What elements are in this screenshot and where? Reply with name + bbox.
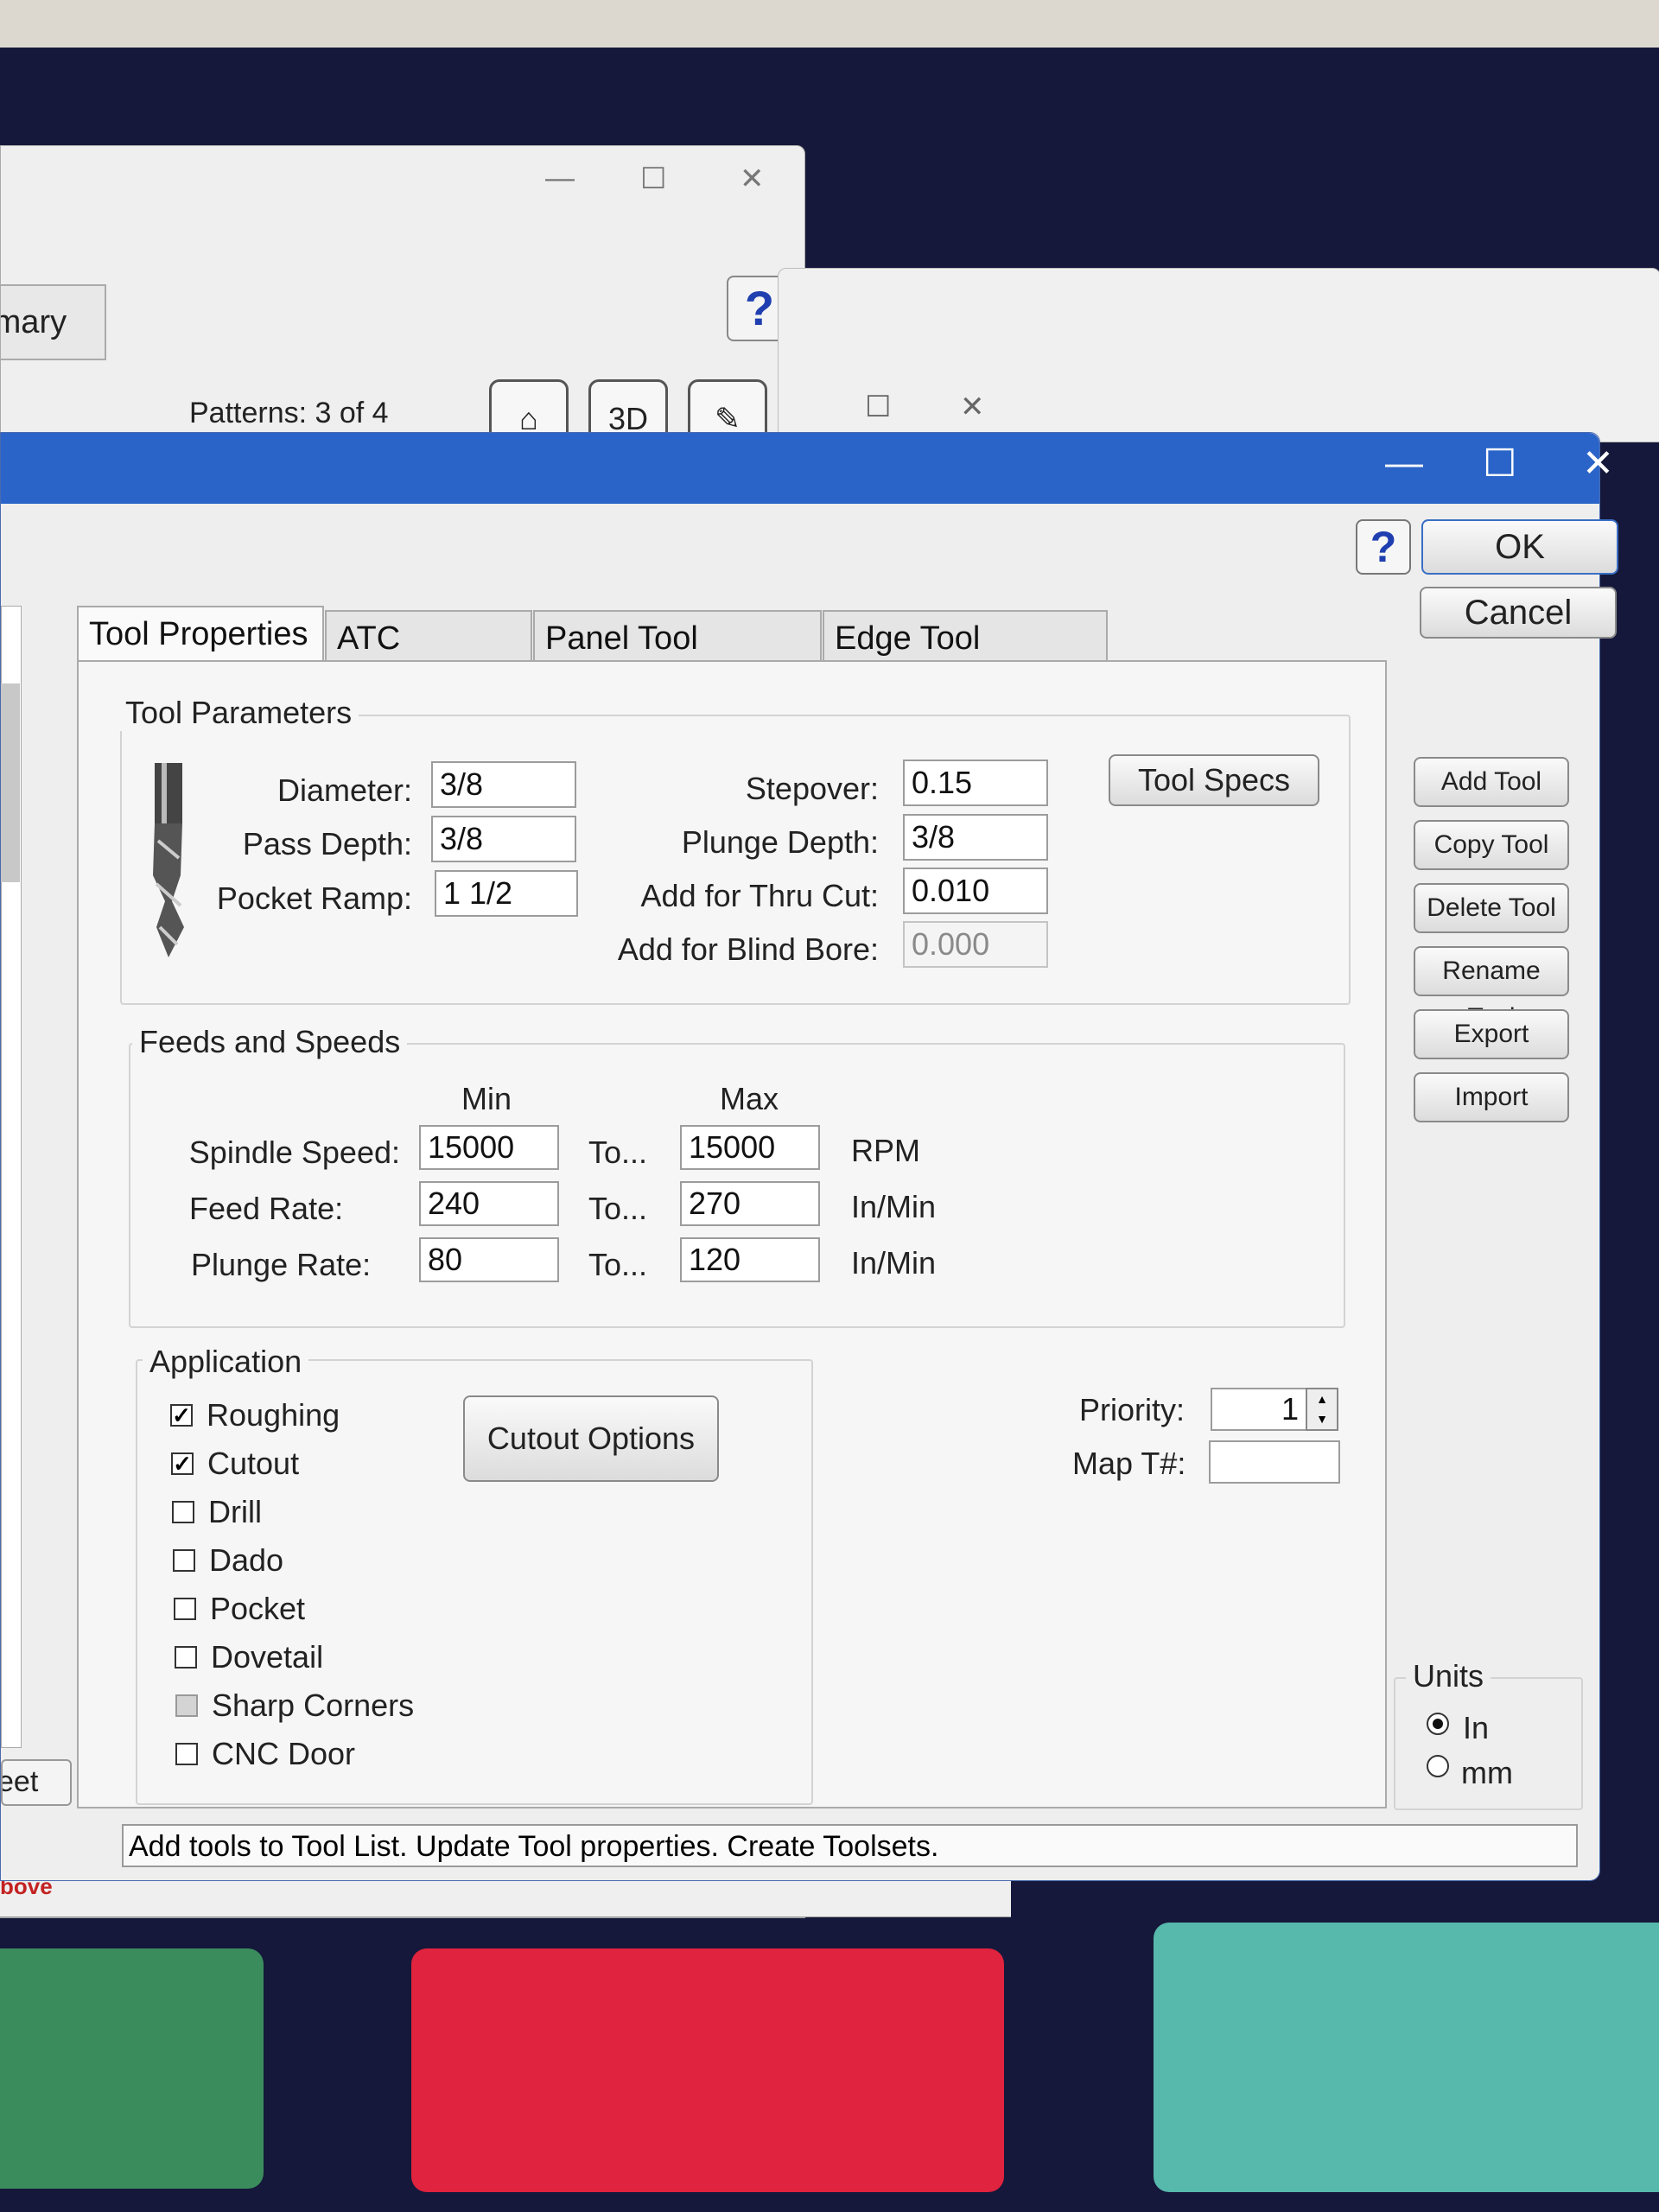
plunge-unit: In/Min bbox=[851, 1245, 937, 1281]
checkbox-cutout[interactable]: ✓ bbox=[171, 1452, 194, 1475]
maximize-icon[interactable]: ☐ bbox=[865, 390, 891, 424]
tab-tool-properties[interactable]: Tool Properties bbox=[77, 606, 324, 664]
map-label: Map T#: bbox=[1072, 1446, 1186, 1481]
checkbox-pocket[interactable] bbox=[174, 1598, 196, 1620]
spindle-max-field[interactable] bbox=[680, 1125, 820, 1170]
feed-max-field[interactable] bbox=[680, 1181, 820, 1226]
copy-tool-button[interactable]: Copy Tool bbox=[1414, 820, 1569, 870]
priority-field[interactable] bbox=[1211, 1388, 1307, 1431]
minimize-icon[interactable]: — bbox=[545, 162, 575, 195]
checkbox-cnc-door[interactable] bbox=[175, 1743, 198, 1765]
spindle-unit: RPM bbox=[851, 1133, 920, 1168]
plunge-min-field[interactable] bbox=[419, 1237, 559, 1282]
checkbox-label-sharp-corners: Sharp Corners bbox=[212, 1688, 415, 1723]
units-mm-label: mm bbox=[1461, 1755, 1513, 1790]
spin-down-icon[interactable]: ▼ bbox=[1307, 1409, 1337, 1429]
tool-list-selection[interactable] bbox=[1, 683, 20, 882]
plunge-to-label: To... bbox=[588, 1247, 648, 1282]
application-title: Application bbox=[143, 1344, 309, 1380]
export-button[interactable]: Export bbox=[1414, 1009, 1569, 1059]
diameter-label: Diameter: bbox=[276, 772, 412, 808]
thru-cut-field[interactable] bbox=[903, 868, 1048, 914]
tab-summary[interactable]: mmary bbox=[1, 284, 106, 360]
feed-min-field[interactable] bbox=[419, 1181, 559, 1226]
desktop-tile-red[interactable] bbox=[411, 1948, 1004, 2192]
cutout-options-button[interactable]: Cutout Options bbox=[463, 1395, 719, 1482]
maximize-icon[interactable]: ☐ bbox=[1483, 442, 1516, 486]
stepover-label: Stepover: bbox=[745, 771, 879, 806]
checkbox-dado[interactable] bbox=[173, 1549, 195, 1572]
tool-specs-button[interactable]: Tool Specs bbox=[1109, 754, 1319, 806]
feed-to-label: To... bbox=[588, 1191, 648, 1226]
minimize-icon[interactable]: — bbox=[1385, 442, 1423, 485]
plunge-rate-label: Plunge Rate: bbox=[191, 1247, 372, 1282]
units-in-radio[interactable] bbox=[1427, 1713, 1449, 1735]
checkbox-label-drill: Drill bbox=[208, 1494, 262, 1529]
map-tnum-field[interactable] bbox=[1209, 1440, 1340, 1484]
spindle-min-field[interactable] bbox=[419, 1125, 559, 1170]
router-bit-icon bbox=[153, 763, 184, 957]
units-mm-radio[interactable] bbox=[1427, 1755, 1449, 1777]
background-window-2: ☐ ✕ bbox=[778, 268, 1659, 442]
max-header: Max bbox=[720, 1081, 779, 1116]
units-in-label: In bbox=[1463, 1710, 1490, 1745]
diameter-field[interactable] bbox=[431, 761, 576, 808]
tool-parameters-title: Tool Parameters bbox=[118, 695, 359, 731]
pass-depth-label: Pass Depth: bbox=[242, 826, 412, 861]
feed-rate-label: Feed Rate: bbox=[189, 1191, 344, 1226]
units-title: Units bbox=[1406, 1658, 1491, 1694]
checkbox-label-dovetail: Dovetail bbox=[211, 1639, 324, 1675]
sheet-button[interactable]: eet bbox=[1, 1759, 72, 1806]
stepover-field[interactable] bbox=[903, 760, 1048, 806]
close-icon[interactable]: ✕ bbox=[1582, 442, 1614, 486]
tool-dialog: — ☐ ✕ eet ? OK Cancel Add Tool Copy Tool… bbox=[0, 432, 1618, 1881]
priority-label: Priority: bbox=[1079, 1392, 1185, 1427]
plunge-depth-label: Plunge Depth: bbox=[681, 824, 879, 860]
help-button[interactable]: ? bbox=[1356, 519, 1411, 575]
status-bar: Add tools to Tool List. Update Tool prop… bbox=[122, 1824, 1578, 1867]
checkbox-label-roughing: Roughing bbox=[207, 1397, 340, 1433]
checkbox-drill[interactable] bbox=[172, 1501, 194, 1523]
priority-spinner[interactable]: ▲ ▼ bbox=[1306, 1388, 1338, 1431]
plunge-depth-field[interactable] bbox=[903, 814, 1048, 861]
desktop-tile-teal[interactable] bbox=[1154, 1923, 1659, 2192]
tab-edge-tool-groups[interactable]: Edge Tool Groups bbox=[823, 610, 1108, 710]
delete-tool-button[interactable]: Delete Tool bbox=[1414, 883, 1569, 933]
checkbox-dovetail[interactable] bbox=[175, 1646, 197, 1669]
plunge-max-field[interactable] bbox=[680, 1237, 820, 1282]
desktop-tile-green[interactable] bbox=[0, 1948, 264, 2189]
close-icon[interactable]: ✕ bbox=[740, 162, 765, 196]
feeds-speeds-title: Feeds and Speeds bbox=[132, 1024, 408, 1060]
add-tool-button[interactable]: Add Tool bbox=[1414, 757, 1569, 807]
min-header: Min bbox=[461, 1081, 512, 1116]
blind-bore-field bbox=[903, 921, 1048, 968]
spin-up-icon[interactable]: ▲ bbox=[1307, 1389, 1337, 1409]
patterns-label: Patterns: 3 of 4 bbox=[189, 397, 389, 429]
rename-tool-button[interactable]: Rename Tool bbox=[1414, 946, 1569, 1032]
checkbox-label-cutout: Cutout bbox=[207, 1446, 300, 1481]
tab-panel-tool-groups[interactable]: Panel Tool Groups bbox=[533, 610, 822, 710]
thru-cut-label: Add for Thru Cut: bbox=[640, 878, 879, 913]
tab-atc-toolsets[interactable]: ATC Toolsets bbox=[325, 610, 532, 710]
maximize-icon[interactable]: ☐ bbox=[640, 162, 666, 196]
title-bar[interactable]: — ☐ ✕ bbox=[1, 433, 1614, 504]
pocket-ramp-label: Pocket Ramp: bbox=[216, 880, 412, 916]
checkbox-label-dado: Dado bbox=[209, 1542, 284, 1578]
checkbox-label-pocket: Pocket bbox=[210, 1591, 306, 1626]
spindle-to-label: To... bbox=[588, 1135, 648, 1170]
cancel-button[interactable]: Cancel bbox=[1420, 587, 1617, 639]
blind-bore-label: Add for Blind Bore: bbox=[617, 931, 879, 967]
spindle-speed-label: Spindle Speed: bbox=[188, 1135, 400, 1170]
feed-unit: In/Min bbox=[851, 1189, 937, 1224]
pocket-ramp-field[interactable] bbox=[435, 870, 578, 917]
import-button[interactable]: Import bbox=[1414, 1072, 1569, 1122]
ok-button[interactable]: OK bbox=[1421, 519, 1618, 575]
checkbox-sharp-corners[interactable] bbox=[175, 1694, 198, 1717]
checkbox-label-cnc-door: CNC Door bbox=[212, 1736, 356, 1771]
close-icon[interactable]: ✕ bbox=[960, 390, 985, 424]
checkbox-roughing[interactable]: ✓ bbox=[170, 1404, 193, 1427]
pass-depth-field[interactable] bbox=[431, 816, 576, 862]
